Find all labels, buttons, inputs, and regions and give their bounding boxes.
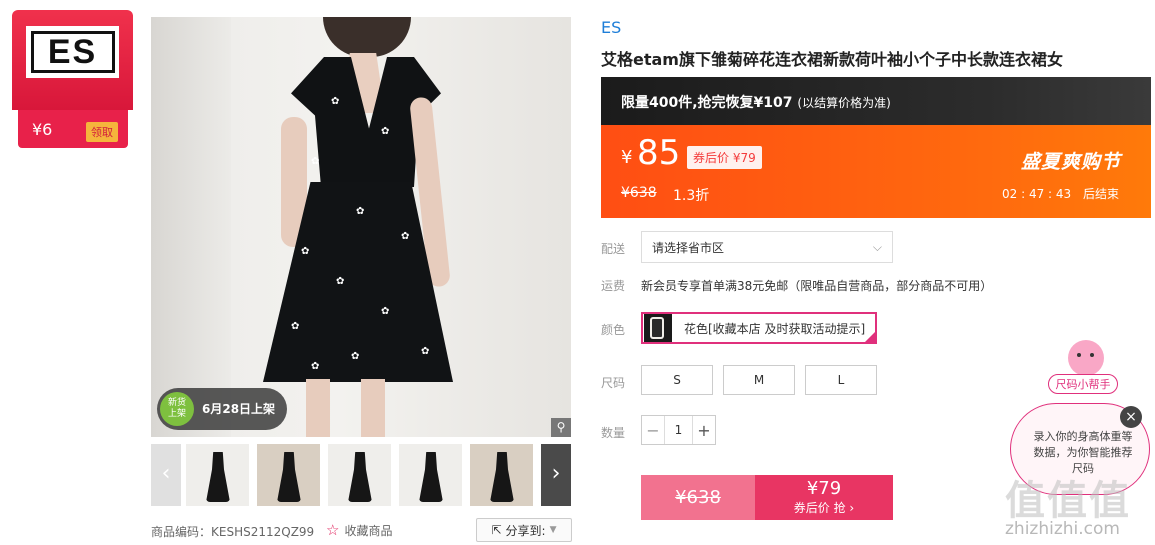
after-coupon-price-badge: 券后价 ¥79	[687, 146, 762, 169]
thumbnail[interactable]	[186, 444, 249, 506]
image-backdrop	[151, 17, 231, 437]
thumbnail[interactable]	[328, 444, 391, 506]
freight-info: 新会员专享首单满38元免邮（限唯品自营商品，部分商品不可用）	[641, 279, 993, 293]
thumbnail-figure	[348, 452, 372, 502]
main-product-image[interactable]: ✿ ✿ ✿ ✿ ✿ ✿ ✿ ✿ ✿ ✿ ✿ ✿	[151, 17, 571, 437]
product-code: 商品编码：KESHS2112QZ99	[151, 525, 315, 539]
size-option-l[interactable]: L	[805, 365, 877, 395]
size-option-s[interactable]: S	[641, 365, 713, 395]
quantity-increase-button[interactable]: +	[693, 416, 715, 444]
daisy-pattern: ✿	[421, 346, 430, 357]
buy-with-coupon-button[interactable]: ¥79 券后价 抢 ›	[755, 475, 893, 520]
daisy-pattern: ✿	[336, 276, 345, 287]
left-leg	[306, 379, 330, 437]
delivery-region-placeholder: 请选择省市区	[652, 240, 725, 255]
brand-link[interactable]: ES	[601, 18, 621, 37]
daisy-pattern: ✿	[356, 206, 365, 217]
promo-banner-main: 限量400件,抢完恢复¥107	[621, 95, 793, 111]
daisy-pattern: ✿	[291, 321, 300, 332]
original-price: ¥638	[621, 185, 657, 201]
promo-banner-text: 限量400件,抢完恢复¥107 (以结算价格为准)	[621, 92, 891, 112]
quantity-stepper: − 1 +	[641, 415, 716, 445]
price-panel: ¥ 85 券后价 ¥79 ¥638 1.3折 盛夏爽购节 02 : 47 : 4…	[601, 125, 1151, 218]
thumbnail-figure	[419, 452, 443, 502]
selected-check-icon	[863, 330, 877, 344]
launch-date: 6月28日上架	[202, 402, 276, 416]
watermark-url: zhizhizhi.com	[1005, 519, 1120, 539]
festival-title: 盛夏爽购节	[1020, 151, 1121, 173]
size-option-m[interactable]: M	[723, 365, 795, 395]
limited-promo-banner: 限量400件,抢完恢复¥107 (以结算价格为准)	[601, 77, 1151, 125]
coupon-price: ¥79	[806, 478, 842, 499]
share-icon: ⇱	[491, 523, 502, 537]
favorite-label: 收藏商品	[344, 523, 393, 538]
favorite-button[interactable]: ☆ 收藏商品	[326, 521, 392, 539]
color-option-selected[interactable]: 花色[收藏本店 及时获取活动提示]	[641, 312, 877, 344]
countdown-value: 02 : 47 : 43	[1002, 187, 1072, 201]
freight-label: 运费	[601, 279, 626, 293]
original-price-button[interactable]: ¥638	[641, 475, 755, 520]
daisy-pattern: ✿	[331, 96, 340, 107]
zoom-icon[interactable]: ⚲	[551, 418, 571, 437]
quantity-input[interactable]: 1	[664, 416, 693, 444]
new-arrival-badge: 新货上架 6月28日上架	[157, 388, 287, 430]
daisy-pattern: ✿	[301, 246, 310, 257]
delivery-region-select[interactable]: 请选择省市区 ⌵	[641, 231, 893, 263]
thumbnail[interactable]	[257, 444, 320, 506]
coupon-strip: ¥6 领取	[18, 110, 128, 148]
quantity-label: 数量	[601, 426, 626, 440]
size-helper-label[interactable]: 尺码小帮手	[1048, 374, 1118, 394]
share-button[interactable]: ⇱ 分享到: ▼	[476, 518, 572, 542]
new-arrival-tag: 新货上架	[160, 392, 194, 426]
brand-coupon-card: ES ¥6 领取	[12, 10, 133, 148]
brand-logo[interactable]: ES	[26, 26, 119, 78]
delivery-label: 配送	[601, 242, 626, 256]
daisy-pattern: ✿	[311, 361, 320, 372]
size-label: 尺码	[601, 376, 626, 390]
thumbnail-figure	[490, 452, 514, 502]
chevron-down-icon: ⌵	[872, 239, 882, 254]
discount-rate: 1.3折	[673, 188, 710, 204]
daisy-pattern: ✿	[351, 351, 360, 362]
star-icon: ☆	[326, 521, 340, 539]
thumbnail[interactable]	[470, 444, 533, 506]
coupon-buy-label: 券后价 抢 ›	[793, 501, 855, 515]
daisy-pattern: ✿	[381, 126, 390, 137]
quantity-decrease-button[interactable]: −	[642, 416, 664, 444]
product-title: 艾格etam旗下雏菊碎花连衣裙新款荷叶袖小个子中长款连衣裙女	[601, 50, 1063, 69]
color-option-label: 花色[收藏本店 及时获取活动提示]	[684, 321, 866, 336]
promo-banner-note: (以结算价格为准)	[797, 96, 891, 110]
claim-coupon-button[interactable]: 领取	[86, 122, 118, 142]
share-label: 分享到:	[505, 523, 546, 538]
model-head	[323, 17, 411, 57]
thumbnail-figure	[277, 452, 301, 502]
brand-card-header: ES	[12, 10, 133, 110]
thumbnail-next-button[interactable]: ›	[541, 444, 571, 506]
daisy-pattern: ✿	[401, 231, 410, 242]
currency-symbol: ¥	[621, 147, 633, 168]
color-swatch-image	[644, 314, 672, 342]
chevron-down-icon: ▼	[549, 525, 557, 535]
thumbnail[interactable]	[399, 444, 462, 506]
daisy-pattern: ✿	[311, 156, 320, 167]
coupon-amount: ¥6	[32, 120, 53, 139]
countdown-timer: 02 : 47 : 43 后结束	[1002, 185, 1119, 202]
right-leg	[361, 379, 385, 437]
daisy-pattern: ✿	[381, 306, 390, 317]
watermark-logo: 值值值	[1005, 478, 1131, 524]
countdown-suffix: 后结束	[1082, 187, 1119, 201]
brand-logo-text: ES	[30, 31, 115, 73]
close-icon[interactable]: ×	[1120, 406, 1142, 428]
thumbnail-prev-button[interactable]: ‹	[151, 444, 181, 506]
sale-price: 85	[637, 133, 681, 173]
size-helper-mascot-icon[interactable]	[1068, 340, 1104, 376]
thumbnail-figure	[206, 452, 230, 502]
color-label: 颜色	[601, 323, 626, 337]
